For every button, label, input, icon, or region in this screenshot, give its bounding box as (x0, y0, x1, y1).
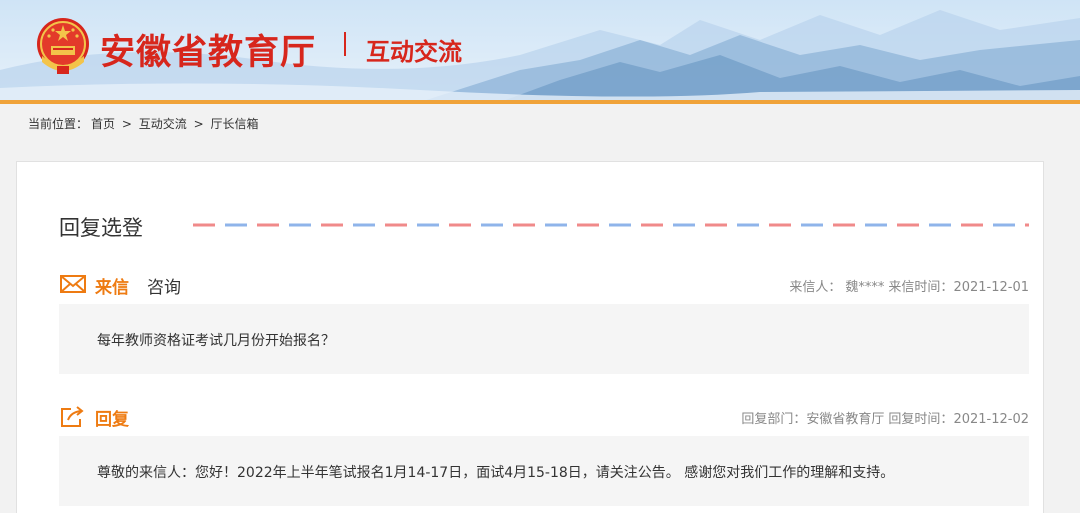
national-emblem-icon (37, 18, 89, 74)
envelope-icon (60, 275, 86, 293)
reply-dept: 安徽省教育厅 (806, 412, 885, 427)
section-title[interactable]: 互动交流 (366, 32, 462, 67)
reply-date: 2021-12-02 (953, 412, 1029, 427)
reply-card: 回复选登 来信 咨询 来信人： 魏**** 来信时间：2021-12-01 每年教师… (16, 161, 1044, 513)
letter-date-label: 来信时间： (888, 280, 954, 295)
letter-meta: 来信人： 魏**** 来信时间：2021-12-01 (789, 276, 1029, 295)
card-title: 回复选登 (59, 216, 143, 240)
airmail-dash-divider (193, 223, 1029, 227)
letter-content: 每年教师资格证考试几月份开始报名？ (97, 333, 335, 349)
header-accent-bar (0, 100, 1080, 104)
letter-subject: 咨询 (147, 278, 181, 298)
breadcrumb: 当前位置： 首页 > 互动交流 > 厅长信箱 (28, 115, 262, 132)
breadcrumb-separator: > (193, 117, 204, 131)
reply-share-icon (61, 406, 84, 427)
reply-content-box: 尊敬的来信人：您好！2022年上半年笔试报名1月14-17日，面试4月15-18… (59, 436, 1029, 506)
title-separator (344, 32, 346, 56)
site-header: 安徽省教育厅 互动交流 (0, 0, 1080, 102)
breadcrumb-mailbox[interactable]: 厅长信箱 (210, 117, 258, 131)
letter-header: 来信 咨询 来信人： 魏**** 来信时间：2021-12-01 (59, 272, 1029, 298)
breadcrumb-separator: > (121, 117, 132, 131)
reply-content: 尊敬的来信人：您好！2022年上半年笔试报名1月14-17日，面试4月15-18… (97, 465, 895, 481)
reply-meta: 回复部门：安徽省教育厅 回复时间：2021-12-02 (741, 408, 1029, 427)
letter-content-box: 每年教师资格证考试几月份开始报名？ (59, 304, 1029, 374)
reply-tag: 回复 (95, 410, 129, 430)
letter-tag: 来信 (95, 278, 129, 298)
site-title[interactable]: 安徽省教育厅 (100, 24, 316, 75)
reply-header: 回复 回复部门：安徽省教育厅 回复时间：2021-12-02 (59, 404, 1029, 430)
breadcrumb-interaction[interactable]: 互动交流 (139, 117, 187, 131)
letter-date: 2021-12-01 (953, 280, 1029, 295)
reply-date-label: 回复时间： (888, 412, 954, 427)
breadcrumb-prefix: 当前位置： (28, 117, 89, 131)
breadcrumb-home[interactable]: 首页 (91, 117, 115, 131)
sender-label: 来信人： (789, 280, 842, 295)
sender-name: 魏**** (845, 280, 885, 295)
reply-dept-label: 回复部门： (741, 412, 807, 427)
